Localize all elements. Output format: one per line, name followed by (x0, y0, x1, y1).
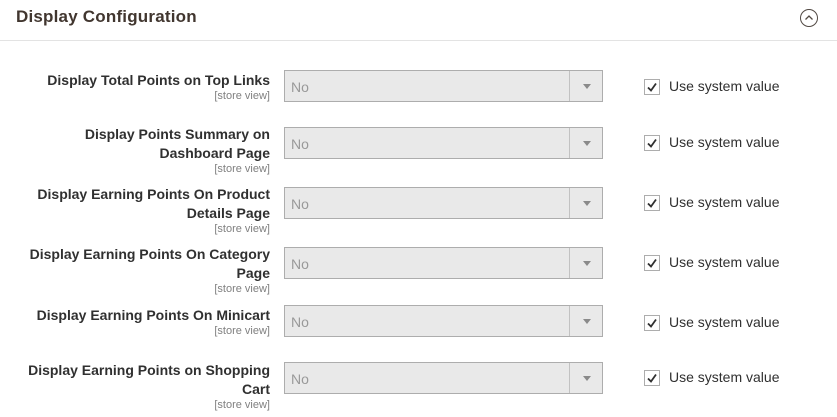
select-earning-points-product[interactable]: No (284, 187, 603, 219)
select-total-points-top-links[interactable]: No (284, 70, 603, 102)
field-label-text: Display Earning Points On Category Page (29, 246, 270, 281)
select-divider (569, 363, 570, 393)
use-system-value-label[interactable]: Use system value (669, 134, 779, 150)
chevron-up-icon (805, 15, 813, 20)
section-title: Display Configuration (16, 7, 197, 26)
select-value: No (291, 256, 309, 272)
use-system-value-label[interactable]: Use system value (669, 78, 779, 94)
field-label-text: Display Earning Points on Shopping Cart (28, 362, 270, 397)
field-label: Display Earning Points On Minicart [stor… (20, 306, 270, 337)
scope-label: [store view] (214, 325, 270, 337)
select-earning-points-minicart[interactable]: No (284, 305, 603, 337)
scope-label: [store view] (214, 399, 270, 411)
scope-label: [store view] (214, 223, 270, 235)
select-divider (569, 128, 570, 158)
select-value: No (291, 79, 309, 95)
use-system-value-checkbox[interactable] (644, 195, 660, 211)
select-value: No (291, 371, 309, 387)
use-system-value-checkbox[interactable] (644, 370, 660, 386)
scope-label: [store view] (214, 90, 270, 102)
chevron-down-icon (583, 319, 591, 324)
field-label: Display Earning Points On Category Page … (20, 245, 270, 295)
use-system-value-checkbox[interactable] (644, 135, 660, 151)
field-label-text: Display Points Summary on Dashboard Page (84, 126, 270, 161)
chevron-down-icon (583, 376, 591, 381)
field-label: Display Points Summary on Dashboard Page… (20, 125, 270, 175)
section-header: Display Configuration (0, 0, 837, 41)
use-system-value-checkbox[interactable] (644, 255, 660, 271)
chevron-down-icon (583, 141, 591, 146)
chevron-down-icon (583, 201, 591, 206)
check-icon (647, 318, 657, 328)
check-icon (647, 82, 657, 92)
field-label: Display Earning Points on Shopping Cart … (20, 361, 270, 411)
field-label: Display Earning Points On Product Detail… (20, 185, 270, 235)
use-system-value-label[interactable]: Use system value (669, 194, 779, 210)
use-system-value-label[interactable]: Use system value (669, 254, 779, 270)
select-divider (569, 248, 570, 278)
use-system-value-label[interactable]: Use system value (669, 314, 779, 330)
field-label-text: Display Total Points on Top Links (47, 72, 270, 88)
scope-label: [store view] (214, 163, 270, 175)
select-value: No (291, 136, 309, 152)
select-points-summary-dashboard[interactable]: No (284, 127, 603, 159)
select-divider (569, 188, 570, 218)
select-earning-points-shopping-cart[interactable]: No (284, 362, 603, 394)
use-system-value-checkbox[interactable] (644, 79, 660, 95)
chevron-down-icon (583, 261, 591, 266)
use-system-value-label[interactable]: Use system value (669, 369, 779, 385)
collapse-section-button[interactable] (800, 9, 818, 27)
field-label-text: Display Earning Points On Minicart (36, 307, 270, 323)
scope-label: [store view] (214, 283, 270, 295)
select-divider (569, 71, 570, 101)
check-icon (647, 198, 657, 208)
field-label-text: Display Earning Points On Product Detail… (37, 186, 270, 221)
chevron-down-icon (583, 84, 591, 89)
check-icon (647, 373, 657, 383)
check-icon (647, 138, 657, 148)
use-system-value-checkbox[interactable] (644, 315, 660, 331)
select-value: No (291, 196, 309, 212)
select-value: No (291, 314, 309, 330)
select-divider (569, 306, 570, 336)
select-earning-points-category[interactable]: No (284, 247, 603, 279)
field-label: Display Total Points on Top Links [store… (20, 71, 270, 102)
check-icon (647, 258, 657, 268)
